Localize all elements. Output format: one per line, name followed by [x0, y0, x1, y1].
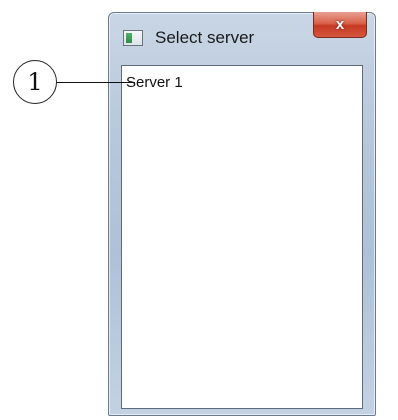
- callout-leader-line: [57, 82, 135, 83]
- screenshot-stage: Select server x Server 1 1: [0, 0, 398, 420]
- server-list[interactable]: Server 1: [121, 65, 363, 409]
- window-title: Select server: [155, 28, 255, 47]
- app-window-icon: [123, 30, 143, 46]
- callout-number-badge: 1: [13, 60, 57, 104]
- callout-number: 1: [27, 68, 43, 96]
- close-icon: x: [335, 16, 345, 33]
- select-server-window: Select server x Server 1: [108, 12, 376, 416]
- close-button[interactable]: x: [313, 12, 367, 38]
- title-bar[interactable]: Select server x: [109, 12, 375, 55]
